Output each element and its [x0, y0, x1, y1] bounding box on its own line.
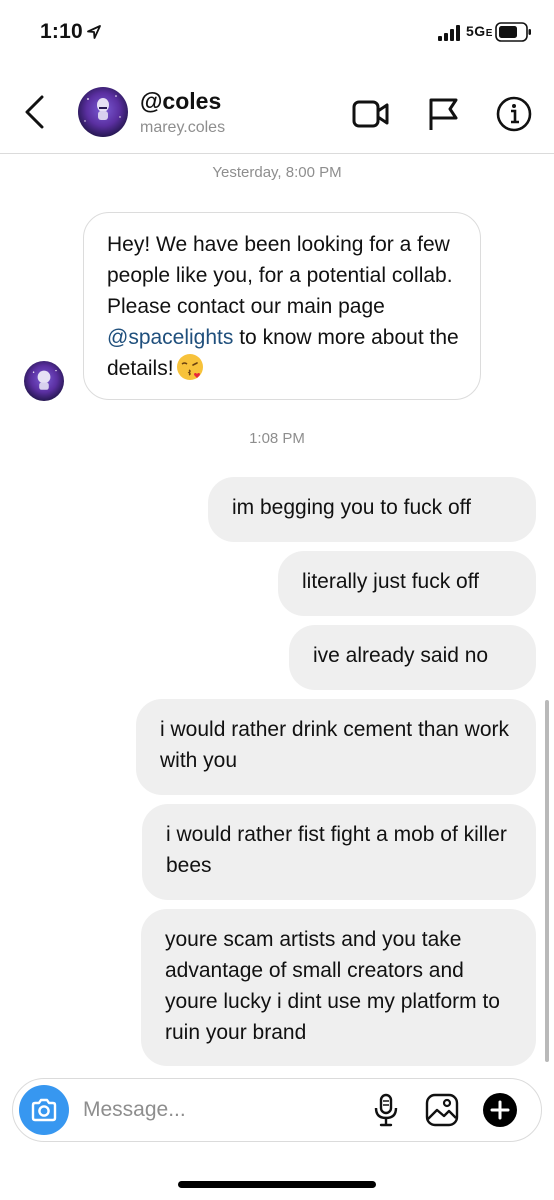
status-time: 1:10: [40, 20, 83, 43]
video-call-icon[interactable]: [350, 94, 390, 134]
scrollbar[interactable]: [545, 700, 549, 1062]
camera-icon: [31, 1098, 57, 1122]
signal-icon: [438, 25, 460, 41]
network-label: 5GE: [466, 23, 493, 39]
outgoing-message[interactable]: youre scam artists and you take advantag…: [141, 909, 536, 1066]
outgoing-message[interactable]: literally just fuck off: [278, 551, 536, 616]
chat-subname: marey.coles: [140, 119, 226, 136]
timestamp: Yesterday, 8:00 PM: [212, 164, 342, 181]
timestamp: 1:08 PM: [249, 430, 305, 447]
sender-avatar[interactable]: [24, 361, 64, 401]
avatar-image: [78, 87, 128, 137]
avatar[interactable]: [78, 87, 128, 137]
message-text: Hey! We have been looking for a few peop…: [107, 233, 453, 318]
outgoing-message[interactable]: i would rather drink cement than work wi…: [136, 699, 536, 795]
status-bar: 1:10 5GE: [0, 0, 554, 66]
outgoing-message[interactable]: im begging you to fuck off: [208, 477, 536, 542]
battery-icon: [495, 22, 531, 42]
outgoing-message[interactable]: ive already said no: [289, 625, 536, 690]
chat-username[interactable]: @coles: [140, 88, 221, 115]
gallery-icon[interactable]: [424, 1092, 460, 1128]
incoming-message[interactable]: Hey! We have been looking for a few peop…: [83, 212, 481, 400]
plus-icon[interactable]: [482, 1092, 518, 1128]
avatar-image: [24, 361, 64, 401]
back-icon[interactable]: [20, 94, 50, 130]
camera-button[interactable]: [19, 1085, 69, 1135]
chat-header: @coles marey.coles: [0, 66, 554, 154]
location-arrow-icon: [87, 25, 101, 39]
outgoing-message[interactable]: i would rather fist fight a mob of kille…: [142, 804, 536, 900]
microphone-icon[interactable]: [368, 1092, 404, 1128]
home-indicator[interactable]: [178, 1181, 376, 1188]
message-input[interactable]: [83, 1093, 353, 1127]
mention-link[interactable]: @spacelights: [107, 326, 233, 349]
info-icon[interactable]: [494, 94, 534, 134]
flag-icon[interactable]: [423, 94, 463, 134]
kiss-emoji-icon: [176, 354, 203, 380]
message-composer: [12, 1078, 542, 1142]
